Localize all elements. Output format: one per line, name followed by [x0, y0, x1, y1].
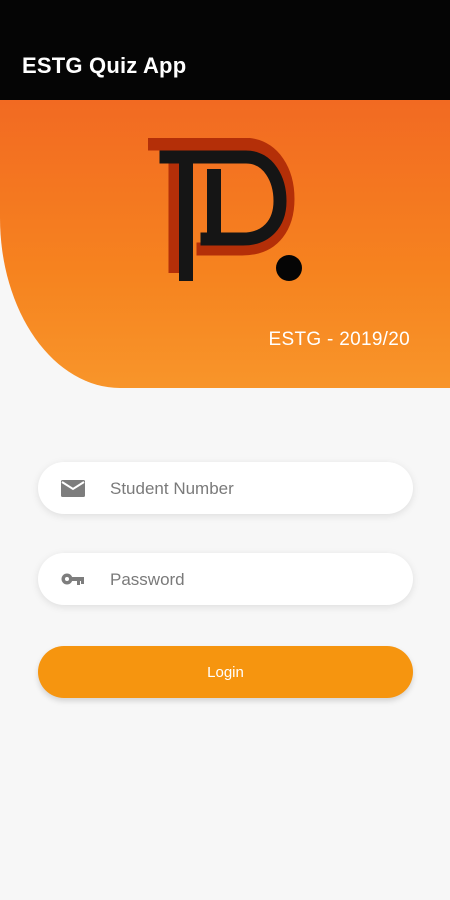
login-button[interactable]: Login: [38, 646, 413, 698]
student-number-field[interactable]: [38, 462, 413, 516]
key-icon: [61, 573, 84, 585]
app-bar: ESTG Quiz App: [0, 0, 450, 100]
app-title: ESTG Quiz App: [22, 53, 187, 78]
hero-banner: ESTG - 2019/20: [0, 100, 450, 388]
student-number-input[interactable]: [108, 462, 402, 516]
login-screen: ESTG Quiz App ESTG - 2019/20 Login: [0, 0, 450, 900]
academic-year-label: ESTG - 2019/20: [268, 329, 410, 350]
password-input[interactable]: [108, 553, 402, 607]
p-dot-logo-icon: [148, 138, 302, 281]
mail-icon: [61, 480, 85, 497]
password-field[interactable]: [38, 553, 413, 607]
